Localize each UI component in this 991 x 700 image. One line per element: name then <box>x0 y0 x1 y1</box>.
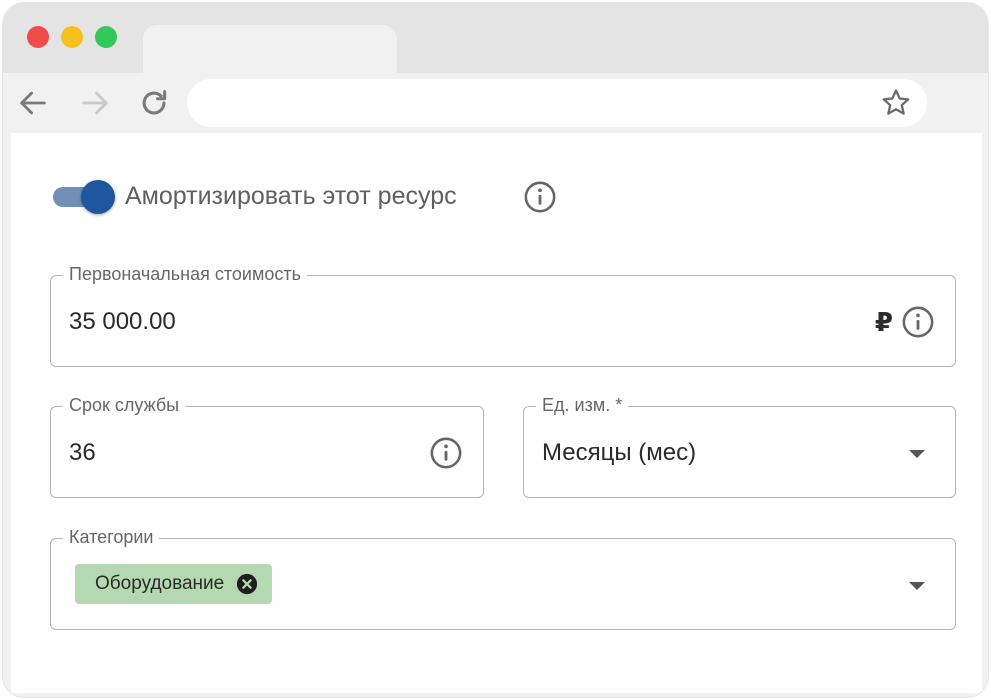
categories-label: Категории <box>63 525 160 549</box>
minimize-window-button[interactable] <box>61 26 83 48</box>
back-button[interactable] <box>15 85 51 121</box>
arrow-left-icon <box>20 91 46 115</box>
chevron-down-icon[interactable] <box>909 582 925 590</box>
reload-button[interactable] <box>136 85 172 121</box>
unit-select[interactable]: Ед. изм. * Месяцы (мес) <box>523 393 956 498</box>
categories-select[interactable]: Категории Оборудование <box>50 525 956 630</box>
unit-label: Ед. изм. * <box>536 393 629 417</box>
initial-cost-value: 35 000.00 <box>69 308 176 335</box>
info-icon[interactable] <box>523 180 557 214</box>
chevron-down-icon[interactable] <box>909 450 925 458</box>
ruble-sign: ₽ <box>874 307 893 337</box>
browser-tab[interactable] <box>143 25 397 77</box>
forward-button[interactable] <box>77 85 113 121</box>
chip-label: Оборудование <box>95 573 225 594</box>
initial-cost-field[interactable]: Первоначальная стоимость 35 000.00 ₽ <box>50 262 956 367</box>
amortize-label: Амортизировать этот ресурс <box>125 182 457 210</box>
reload-icon <box>142 90 167 115</box>
title-bar <box>3 3 988 77</box>
maximize-window-button[interactable] <box>95 26 117 48</box>
close-icon[interactable] <box>236 573 258 595</box>
service-life-field[interactable]: Срок службы 36 <box>50 393 484 498</box>
service-life-value: 36 <box>69 439 96 466</box>
unit-value: Месяцы (мес) <box>542 439 697 466</box>
info-icon[interactable] <box>901 305 935 339</box>
address-bar[interactable] <box>187 79 927 127</box>
service-life-label: Срок службы <box>63 393 186 417</box>
arrow-right-icon <box>82 91 108 115</box>
category-chip[interactable]: Оборудование <box>75 564 273 604</box>
browser-window: Амортизировать этот ресурс Первоначальна… <box>2 2 989 698</box>
page-content: Амортизировать этот ресурс Первоначальна… <box>11 133 982 693</box>
info-icon[interactable] <box>429 436 463 470</box>
amortize-toggle[interactable] <box>53 179 117 215</box>
close-window-button[interactable] <box>27 26 49 48</box>
initial-cost-label: Первоначальная стоимость <box>63 262 307 286</box>
star-icon[interactable] <box>879 86 913 120</box>
toggle-thumb <box>81 180 115 214</box>
